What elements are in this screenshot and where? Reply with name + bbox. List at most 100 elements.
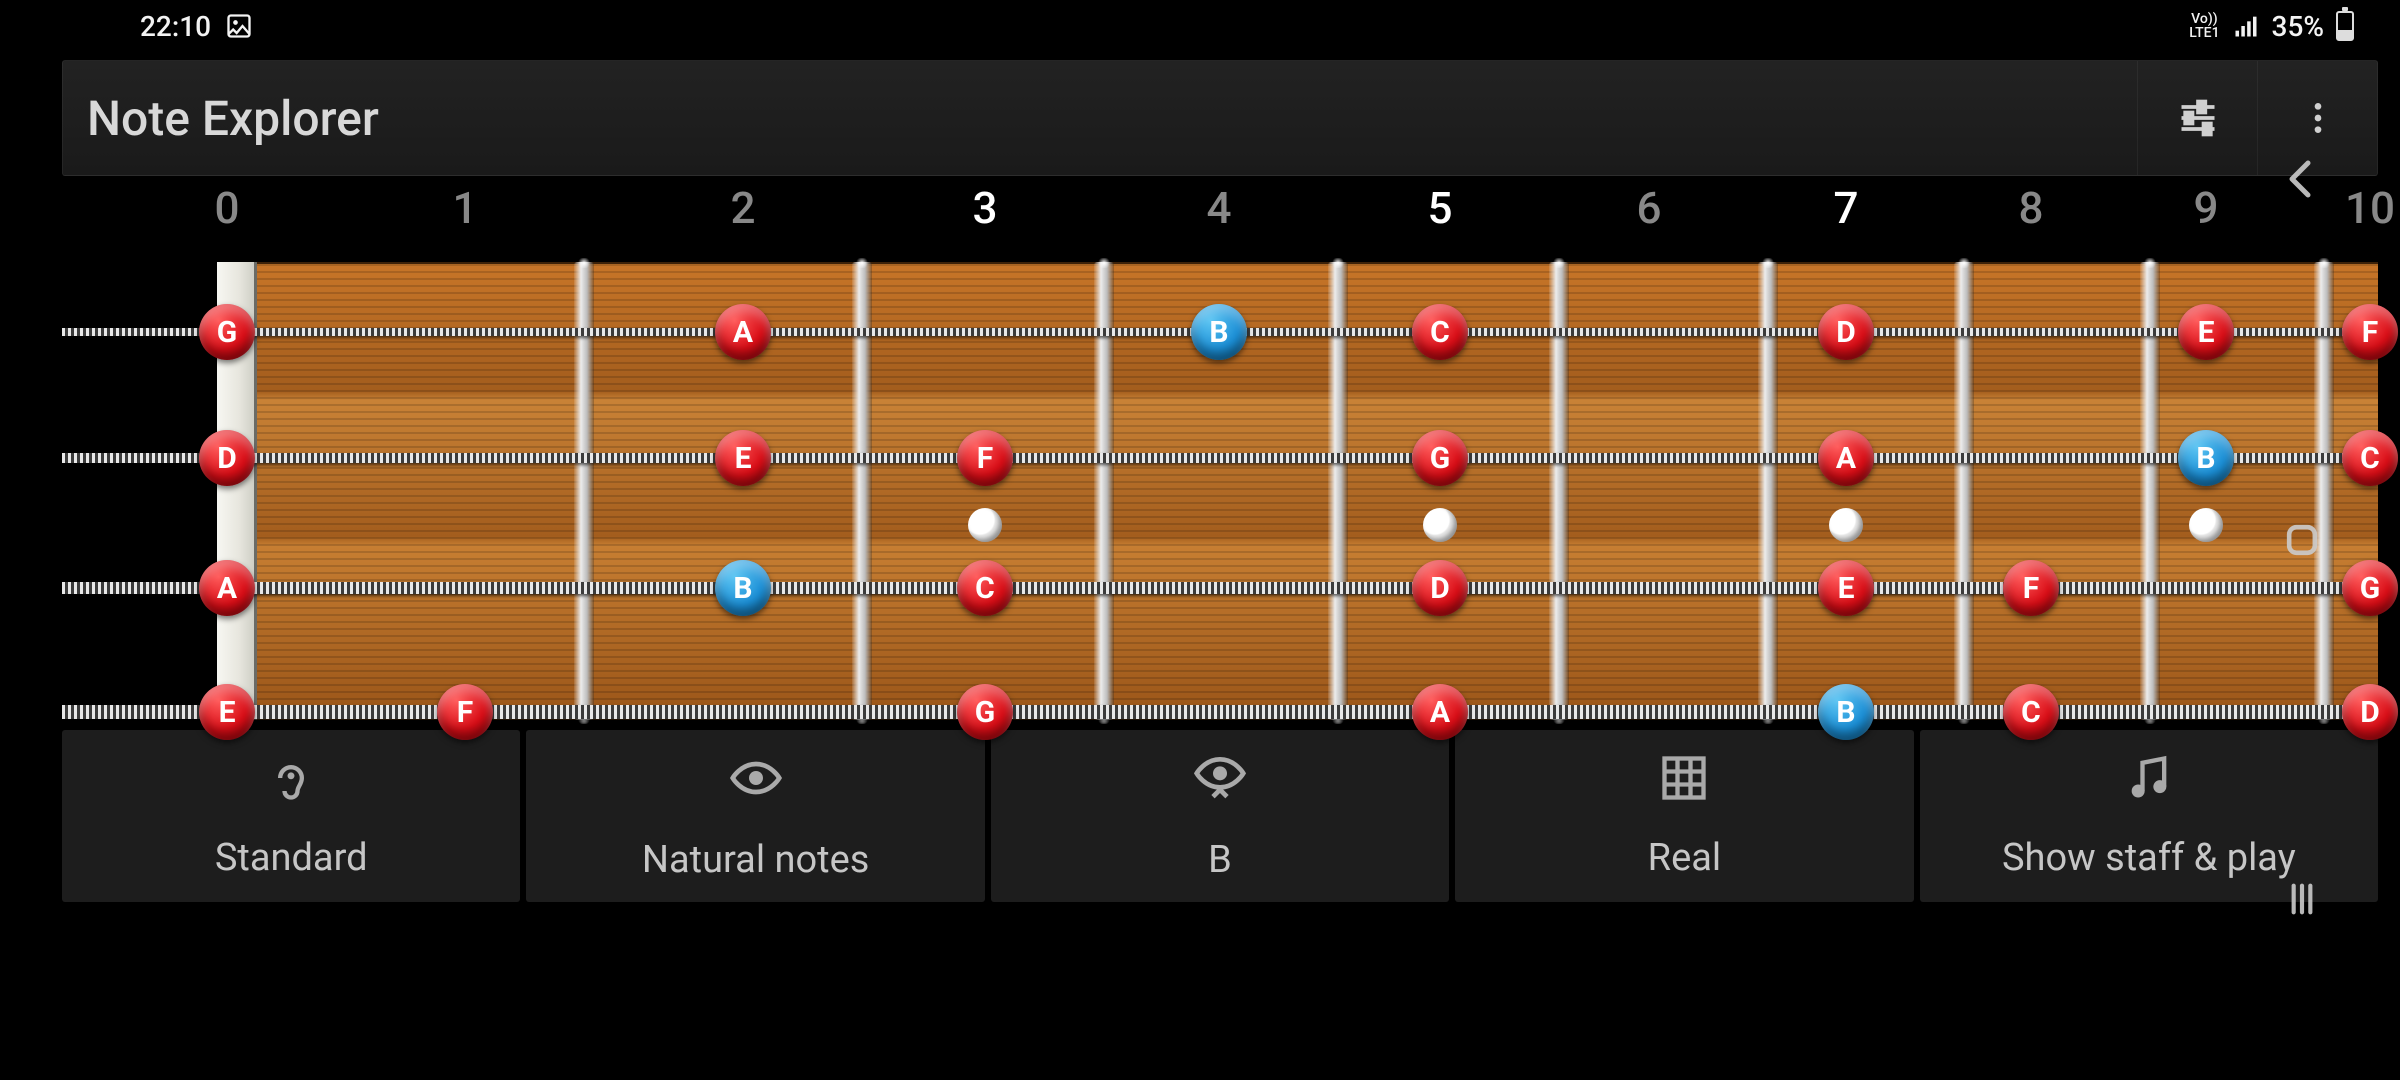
fret-number: 5 xyxy=(1427,182,1452,234)
note-label: B xyxy=(1836,695,1855,730)
options-bar: Standard Natural notes B Real Show staff & p… xyxy=(62,730,2378,902)
note-marker[interactable]: A xyxy=(715,304,771,360)
option-label: Standard xyxy=(215,836,368,880)
status-time: 22:10 xyxy=(140,10,211,43)
grid-icon xyxy=(1658,752,1710,814)
note-label: E xyxy=(735,441,752,476)
tune-button[interactable] xyxy=(2137,61,2257,175)
note-marker[interactable]: F xyxy=(957,430,1013,486)
note-label: F xyxy=(2023,571,2039,606)
note-marker[interactable]: F xyxy=(2003,560,2059,616)
note-marker[interactable]: G xyxy=(1412,430,1468,486)
note-label: A xyxy=(217,571,237,606)
signal-icon xyxy=(2232,12,2260,40)
page-title: Note Explorer xyxy=(87,90,2137,147)
note-marker[interactable]: B xyxy=(2178,430,2234,486)
note-label: B xyxy=(1209,315,1228,350)
fret-number: 10 xyxy=(2345,182,2395,234)
note-label: F xyxy=(977,441,993,476)
note-label: B xyxy=(733,571,752,606)
inlay-dot xyxy=(1423,508,1457,542)
note-marker[interactable]: C xyxy=(2003,684,2059,740)
back-button[interactable] xyxy=(2278,155,2326,207)
note-label: G xyxy=(1430,441,1450,476)
tune-icon xyxy=(2176,96,2220,140)
note-marker[interactable]: A xyxy=(1818,430,1874,486)
note-marker[interactable]: D xyxy=(1412,560,1468,616)
fret-number: 3 xyxy=(972,182,997,234)
option-standard[interactable]: Standard xyxy=(62,730,520,902)
note-marker[interactable]: G xyxy=(957,684,1013,740)
device-nav xyxy=(2272,0,2332,1080)
note-label: E xyxy=(219,695,236,730)
note-label: F xyxy=(457,695,473,730)
note-label: D xyxy=(217,441,237,476)
note-marker[interactable]: D xyxy=(2342,684,2398,740)
music-icon xyxy=(2123,752,2175,814)
note-label: C xyxy=(2021,695,2041,730)
option-natural-notes[interactable]: Natural notes xyxy=(526,730,984,902)
note-label: B xyxy=(2196,441,2215,476)
note-label: G xyxy=(2360,571,2380,606)
note-label: G xyxy=(217,315,237,350)
fret-number: 7 xyxy=(1833,182,1858,234)
fretboard[interactable]: GDAEABCDEFEFGABCBCDEFGFGABCD xyxy=(62,262,2378,720)
note-marker[interactable]: E xyxy=(1818,560,1874,616)
inlay-dot xyxy=(2189,508,2223,542)
note-marker[interactable]: C xyxy=(1412,304,1468,360)
note-marker[interactable]: F xyxy=(437,684,493,740)
note-label: C xyxy=(1430,315,1450,350)
note-marker[interactable]: E xyxy=(2178,304,2234,360)
option-label: Real xyxy=(1648,836,1721,880)
inlay-dot xyxy=(1829,508,1863,542)
fret-number: 2 xyxy=(730,182,755,234)
note-marker[interactable]: B xyxy=(1191,304,1247,360)
ear-icon xyxy=(265,752,317,814)
volte-indicator: Vo))LTE1 xyxy=(2189,12,2219,40)
note-marker[interactable]: E xyxy=(199,684,255,740)
note-marker[interactable]: F xyxy=(2342,304,2398,360)
note-label: F xyxy=(2362,315,2378,350)
note-marker[interactable]: G xyxy=(2342,560,2398,616)
fret-number: 0 xyxy=(214,182,239,234)
note-marker[interactable]: C xyxy=(2342,430,2398,486)
string[interactable] xyxy=(62,453,2378,463)
fret-number: 4 xyxy=(1206,182,1231,234)
app-bar: Note Explorer xyxy=(62,60,2378,176)
note-marker[interactable]: C xyxy=(957,560,1013,616)
option-label: Natural notes xyxy=(642,838,869,882)
note-label: A xyxy=(1836,441,1856,476)
fret-number: 6 xyxy=(1636,182,1661,234)
note-marker[interactable]: A xyxy=(1412,684,1468,740)
option-label: B xyxy=(1208,838,1232,882)
photo-icon xyxy=(225,12,253,40)
note-label: D xyxy=(1836,315,1856,350)
fret-number: 8 xyxy=(2018,182,2043,234)
option-b[interactable]: B xyxy=(991,730,1449,902)
note-label: E xyxy=(1838,571,1855,606)
note-label: E xyxy=(2198,315,2215,350)
inlay-dot xyxy=(968,508,1002,542)
note-marker[interactable]: A xyxy=(199,560,255,616)
status-bar: 22:10 Vo))LTE1 35% xyxy=(0,0,2400,52)
note-label: C xyxy=(2360,441,2380,476)
note-marker[interactable]: B xyxy=(1818,684,1874,740)
option-real[interactable]: Real xyxy=(1455,730,1913,902)
option-label: Show staff & play xyxy=(2002,836,2296,880)
note-marker[interactable]: E xyxy=(715,430,771,486)
note-marker[interactable]: G xyxy=(199,304,255,360)
note-marker[interactable]: D xyxy=(1818,304,1874,360)
note-label: D xyxy=(2360,695,2380,730)
eye-root-icon xyxy=(1192,750,1248,816)
fret-number: 1 xyxy=(452,182,477,234)
note-label: D xyxy=(1430,571,1450,606)
battery-icon xyxy=(2336,11,2354,41)
eye-icon xyxy=(728,750,784,816)
note-marker[interactable]: D xyxy=(199,430,255,486)
home-button[interactable] xyxy=(2280,518,2324,566)
fret-number: 9 xyxy=(2193,182,2218,234)
recents-button[interactable] xyxy=(2282,877,2322,925)
note-label: A xyxy=(733,315,753,350)
note-marker[interactable]: B xyxy=(715,560,771,616)
note-label: A xyxy=(1430,695,1450,730)
